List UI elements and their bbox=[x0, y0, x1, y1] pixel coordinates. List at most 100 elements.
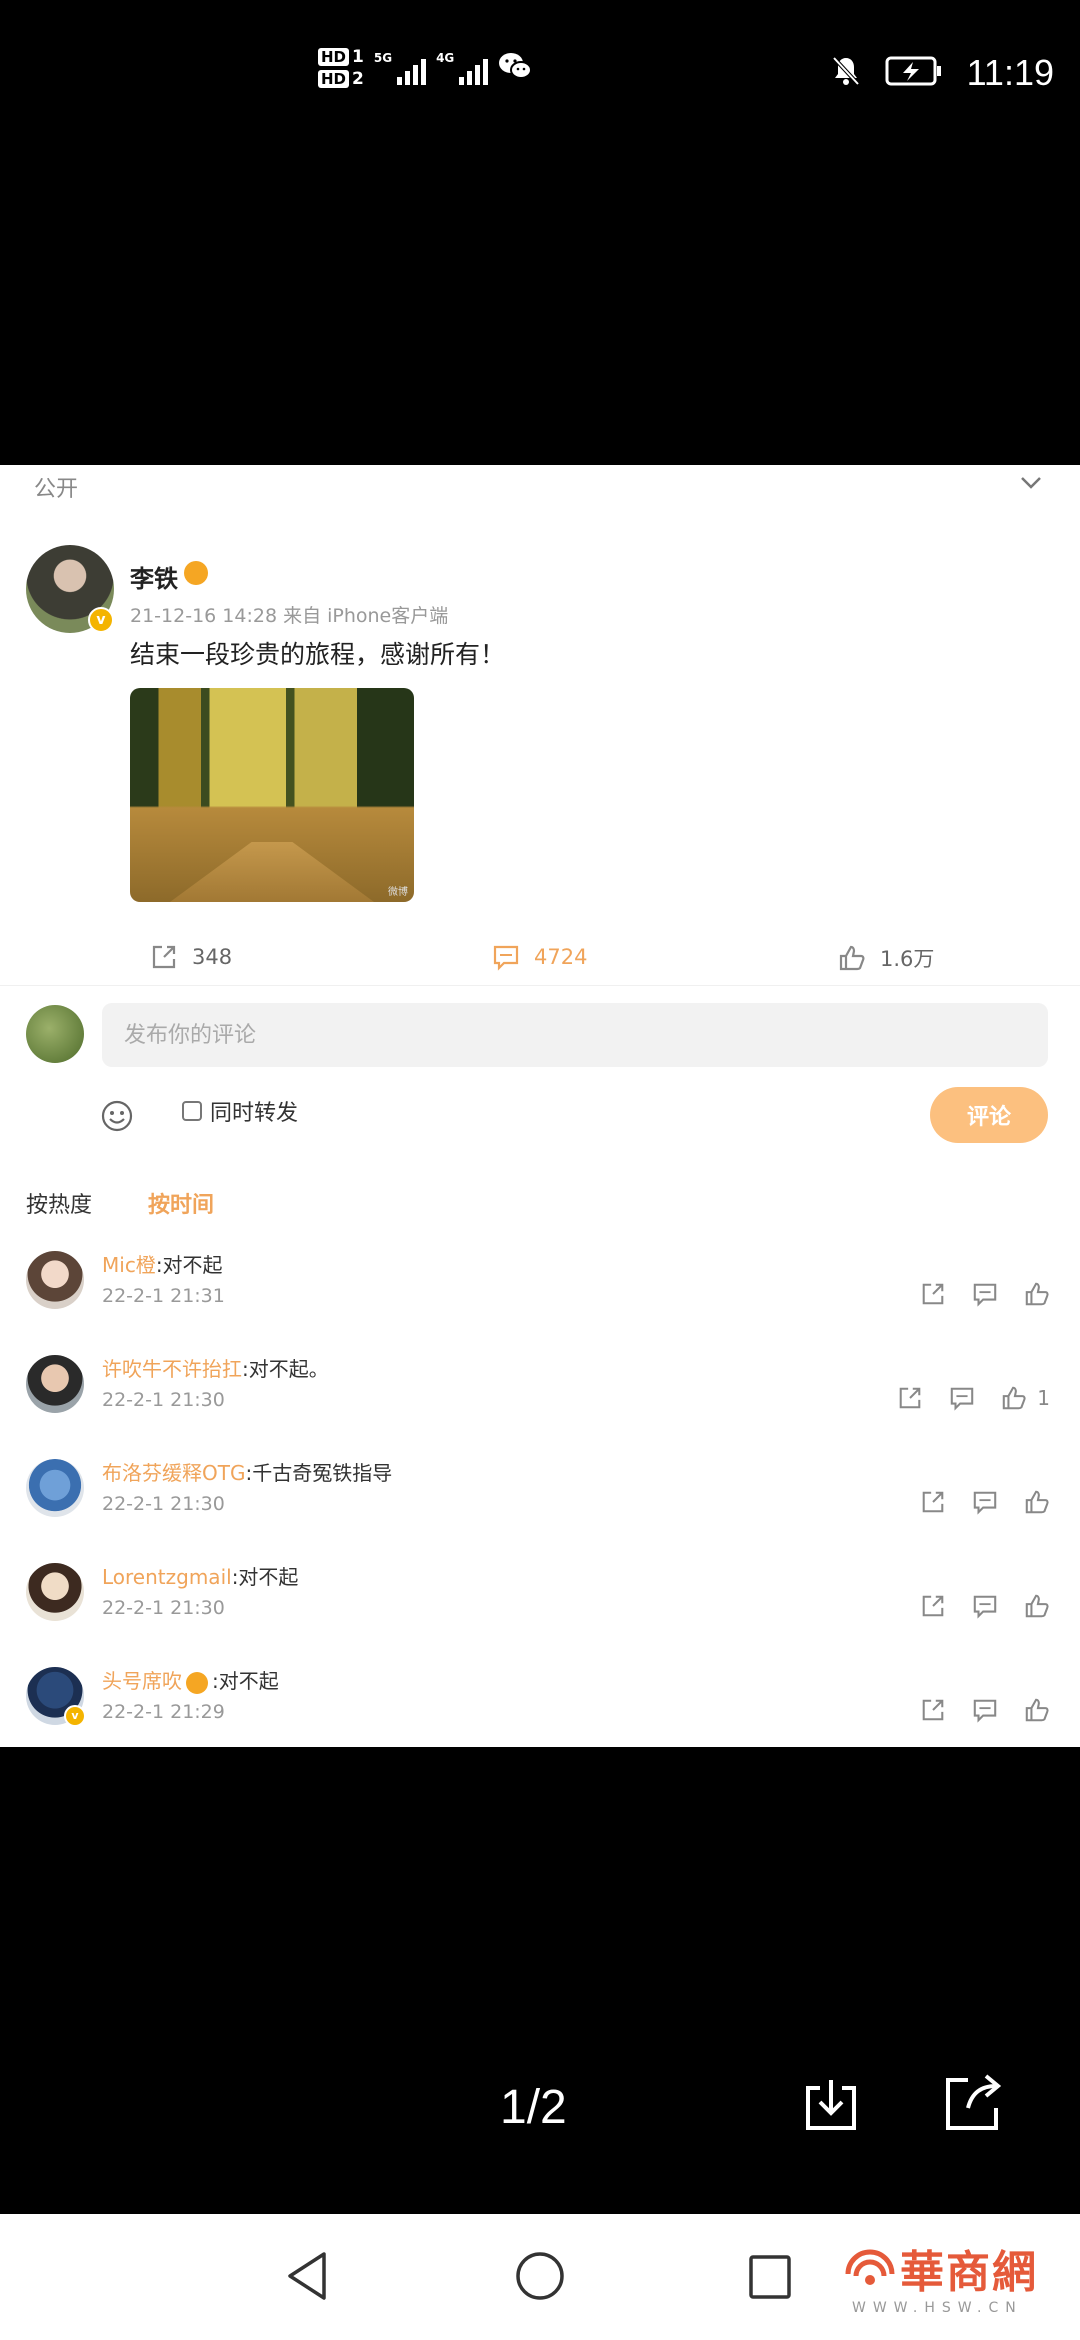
image-road bbox=[170, 842, 374, 902]
commenter-avatar[interactable] bbox=[26, 1459, 84, 1517]
author-avatar[interactable]: v bbox=[26, 545, 114, 633]
comment-line: 头号席吹 :对不起 bbox=[102, 1665, 279, 1694]
comment-icon[interactable] bbox=[972, 1697, 998, 1723]
like-icon[interactable] bbox=[1024, 1281, 1050, 1307]
comment-text: :对不起 bbox=[212, 1669, 279, 1693]
sort-by-hot-tab[interactable]: 按热度 bbox=[26, 1187, 92, 1219]
like-icon[interactable] bbox=[1024, 1489, 1050, 1515]
commenter-avatar[interactable] bbox=[26, 1355, 84, 1413]
comment-text: :对不起 bbox=[231, 1565, 299, 1589]
share-icon[interactable] bbox=[920, 1281, 946, 1307]
sim-2-label: 2 bbox=[352, 69, 364, 89]
wechat-icon bbox=[498, 51, 533, 85]
status-bar: HD 1 HD 2 5G 4G 11:19 bbox=[0, 0, 1080, 150]
net-label-1: 5G bbox=[373, 51, 393, 65]
comment-icon[interactable] bbox=[972, 1489, 998, 1515]
recent-apps-icon[interactable] bbox=[748, 2254, 792, 2304]
post-image[interactable]: 微博 bbox=[130, 688, 414, 902]
submit-comment-button[interactable]: 评论 bbox=[930, 1087, 1048, 1143]
author-name[interactable]: 李铁 bbox=[130, 559, 178, 594]
share-icon[interactable] bbox=[920, 1697, 946, 1723]
comment-item: 布洛芬缓释OTG:千古奇冤铁指导 22-2-1 21:30 bbox=[0, 1453, 1080, 1543]
hd-badge-2: HD bbox=[318, 70, 350, 88]
commenter-name[interactable]: 布洛芬缓释OTG bbox=[102, 1461, 245, 1485]
external-share-icon[interactable] bbox=[942, 2072, 1004, 2138]
comment-line: Lorentzgmail:对不起 bbox=[102, 1561, 298, 1590]
repost-button[interactable]: 348 bbox=[150, 943, 232, 971]
share-icon[interactable] bbox=[920, 1489, 946, 1515]
hd-badge-1: HD bbox=[318, 48, 350, 66]
comment-time: 22-2-1 21:29 bbox=[102, 1701, 225, 1723]
comment-like[interactable]: 1 bbox=[1001, 1385, 1050, 1411]
image-watermark: 微博 bbox=[388, 887, 408, 898]
comment-actions bbox=[920, 1489, 1050, 1515]
comment-icon[interactable] bbox=[972, 1593, 998, 1619]
comment-like-count: 1 bbox=[1037, 1386, 1050, 1410]
status-right: 11:19 bbox=[831, 52, 1054, 94]
commenter-name[interactable]: Lorentzgmail bbox=[102, 1565, 232, 1589]
battery-charging-icon bbox=[885, 56, 943, 90]
commenter-avatar[interactable]: v bbox=[26, 1667, 86, 1727]
comment-text: :千古奇冤铁指导 bbox=[245, 1461, 393, 1485]
divider bbox=[0, 985, 1080, 986]
comment-text: :对不起。 bbox=[242, 1357, 329, 1381]
commenter-name[interactable]: Mic橙 bbox=[102, 1253, 156, 1277]
hsw-watermark: 華商網 WWW.HSW.CN bbox=[842, 2236, 1068, 2328]
back-icon[interactable] bbox=[284, 2250, 332, 2306]
share-icon[interactable] bbox=[920, 1593, 946, 1619]
comment-input[interactable] bbox=[102, 1003, 1048, 1067]
verified-badge-icon: v bbox=[88, 607, 114, 633]
clock: 11:19 bbox=[966, 52, 1054, 93]
comment-actions bbox=[920, 1697, 1050, 1723]
like-button[interactable]: 1.6万 bbox=[838, 943, 934, 973]
image-viewer-controls: 1/2 bbox=[0, 2070, 1080, 2150]
sort-by-time-tab[interactable]: 按时间 bbox=[148, 1187, 214, 1219]
home-icon[interactable] bbox=[514, 2250, 566, 2306]
sim-indicators: HD 1 HD 2 bbox=[318, 48, 364, 88]
post-text: 结束一段珍贵的旅程，感谢所有！ bbox=[130, 640, 506, 669]
comment-time: 22-2-1 21:30 bbox=[102, 1389, 225, 1411]
comment-line: 布洛芬缓释OTG:千古奇冤铁指导 bbox=[102, 1457, 392, 1486]
comment-button[interactable]: 4724 bbox=[492, 943, 587, 971]
repost-checkbox[interactable]: 同时转发 bbox=[182, 1095, 298, 1127]
member-crown-icon bbox=[186, 1671, 208, 1694]
comment-time: 22-2-1 21:31 bbox=[102, 1285, 225, 1307]
verified-badge-icon: v bbox=[64, 1705, 86, 1727]
comment-actions bbox=[920, 1281, 1050, 1307]
commenter-name[interactable]: 许吹牛不许抬扛 bbox=[102, 1357, 242, 1381]
download-icon[interactable] bbox=[800, 2074, 862, 2140]
comment-icon bbox=[493, 945, 519, 971]
share-icon bbox=[152, 945, 176, 969]
chevron-down-icon[interactable] bbox=[1020, 475, 1042, 494]
commenter-avatar[interactable] bbox=[26, 1563, 84, 1621]
current-user-avatar bbox=[26, 1005, 84, 1063]
comment-icon[interactable] bbox=[972, 1281, 998, 1307]
system-nav-bar: 華商網 WWW.HSW.CN bbox=[0, 2214, 1080, 2340]
emoji-icon[interactable] bbox=[100, 1099, 134, 1137]
repost-checkbox-label: 同时转发 bbox=[210, 1101, 299, 1126]
like-count: 1.6万 bbox=[880, 947, 935, 971]
weibo-post-screenshot: 公开 v 李铁 21-12-16 14:28 来自 iPhone客户端 结束一段… bbox=[0, 465, 1080, 1747]
commenter-name[interactable]: 头号席吹 bbox=[102, 1669, 182, 1693]
repost-count: 348 bbox=[192, 945, 233, 969]
checkbox-box[interactable] bbox=[182, 1101, 202, 1121]
hsw-logo-icon bbox=[842, 2244, 898, 2304]
sim-1-label: 1 bbox=[352, 47, 364, 67]
post-actions: 348 4724 1.6万 bbox=[0, 935, 1080, 985]
comment-icon[interactable] bbox=[949, 1385, 975, 1411]
like-icon bbox=[1003, 1386, 1026, 1410]
comment-count: 4724 bbox=[534, 945, 588, 969]
comment-time: 22-2-1 21:30 bbox=[102, 1493, 225, 1515]
signal-5g-icon: 5G bbox=[373, 51, 427, 85]
comment-item: v 头号席吹 :对不起 22-2-1 21:29 bbox=[0, 1661, 1080, 1751]
like-icon[interactable] bbox=[1024, 1593, 1050, 1619]
bell-off-icon bbox=[831, 55, 861, 91]
commenter-avatar[interactable] bbox=[26, 1251, 84, 1309]
net-label-2: 4G bbox=[436, 51, 455, 65]
share-icon[interactable] bbox=[897, 1385, 923, 1411]
like-icon[interactable] bbox=[1024, 1697, 1050, 1723]
signal-4g-icon: 4G bbox=[436, 51, 489, 85]
hsw-brand-url: WWW.HSW.CN bbox=[852, 2300, 1023, 2316]
comment-item: Lorentzgmail:对不起 22-2-1 21:30 bbox=[0, 1557, 1080, 1647]
member-crown-icon bbox=[184, 561, 208, 585]
